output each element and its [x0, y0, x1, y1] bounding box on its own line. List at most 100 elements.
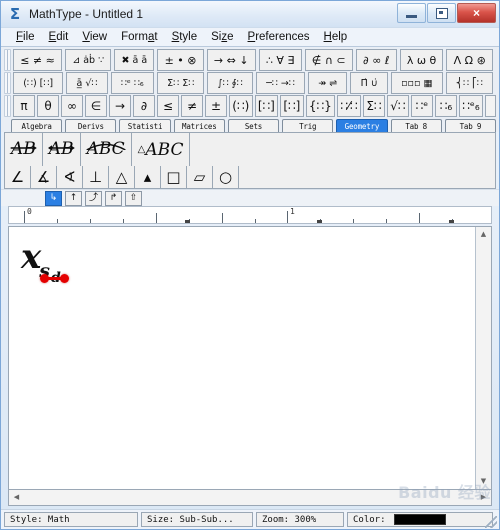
ruler[interactable]: 0 1 — [8, 206, 492, 224]
triangle-outline-icon[interactable]: △ — [109, 166, 135, 188]
tb2-summation[interactable]: Σ∷ Σ∷ — [156, 72, 205, 94]
tb1-sets[interactable]: ∉ ∩ ⊂ — [304, 49, 353, 71]
size-button-symbol[interactable]: ↱ — [105, 190, 122, 206]
menu-size[interactable]: Size — [204, 30, 240, 44]
scroll-down-icon[interactable]: ▼ — [476, 474, 491, 489]
tab-sets[interactable]: Sets — [227, 119, 280, 132]
menu-format[interactable]: Format — [114, 30, 164, 44]
tb3-arrow-right[interactable]: → — [109, 95, 131, 117]
tab-trig[interactable]: Trig — [282, 119, 334, 132]
arc-abc-button[interactable]: ABC — [80, 133, 132, 166]
menu-help[interactable]: Help — [317, 30, 355, 44]
tb2-fractions-radicals[interactable]: ā̲ √∷ — [66, 72, 108, 94]
toolbar-grip-2[interactable] — [4, 72, 11, 94]
menu-view[interactable]: View — [75, 30, 114, 44]
tab-derivs[interactable]: Derivs — [65, 119, 117, 132]
tb1-misc[interactable]: ∂ ∞ ℓ — [355, 49, 397, 71]
tb2-matrices[interactable]: ▫▫▫ ▦ — [390, 72, 443, 94]
measured-angle-icon[interactable]: ∡ — [31, 166, 57, 188]
tb1-greek-lower[interactable]: λ ω θ — [399, 49, 444, 71]
tb1-arrows[interactable]: → ⇔ ↓ — [206, 49, 256, 71]
tab-algebra[interactable]: Algebra — [11, 119, 63, 132]
status-style[interactable]: Style: Math — [4, 512, 138, 527]
menu-preferences[interactable]: Preferences — [241, 30, 317, 44]
horizontal-scroll-track[interactable] — [24, 490, 476, 505]
tab-stop-1[interactable] — [185, 220, 190, 223]
tb2-scripts[interactable]: ∷ᵉ ∷₆ — [110, 72, 154, 94]
restore-button[interactable] — [427, 3, 456, 23]
tb3-fraction-template[interactable]: ∷⁄∷ — [337, 95, 361, 117]
vertical-scroll-track[interactable] — [476, 242, 491, 474]
tab-statisti[interactable]: Statisti — [119, 119, 171, 132]
color-swatch[interactable] — [393, 514, 446, 525]
horizontal-scrollbar[interactable]: ◀ ▶ — [8, 490, 492, 506]
angle-icon[interactable]: ∠ — [5, 166, 31, 188]
tab-9[interactable]: Tab 9 — [444, 119, 496, 132]
tb1-dots[interactable]: ⊿ ȧḃ ∵ — [65, 49, 112, 71]
tb2-products-sets[interactable]: Π̇ ∪̇ — [350, 72, 388, 94]
menu-style[interactable]: Style — [165, 30, 205, 44]
square-icon[interactable]: □ — [161, 166, 187, 188]
size-button-subsymbol[interactable]: ⇧ — [125, 190, 142, 206]
spherical-angle-icon[interactable]: ∢ — [57, 166, 83, 188]
status-color[interactable]: Color: — [347, 512, 493, 527]
parallelogram-icon[interactable]: ▱ — [187, 166, 213, 188]
tab-matrices[interactable]: Matrices — [173, 119, 225, 132]
menu-file[interactable]: File — [9, 30, 42, 44]
tb1-operators[interactable]: ± • ⊗ — [157, 49, 204, 71]
status-zoom[interactable]: Zoom: 300% — [256, 512, 344, 527]
toolbar-grip[interactable] — [4, 49, 11, 71]
tb3-subsup-template[interactable]: ∷ᵉ₆ — [458, 95, 483, 117]
tb3-theta[interactable]: θ — [37, 95, 59, 117]
tb1-bars[interactable]: ✖ ā ā — [114, 49, 155, 71]
tb3-pi[interactable]: π — [13, 95, 35, 117]
tb3-plusminus[interactable]: ± — [205, 95, 227, 117]
minimize-button[interactable] — [397, 3, 426, 23]
tb3-bracket-template[interactable]: [∷] — [254, 95, 279, 117]
tb3-leq[interactable]: ≤ — [157, 95, 179, 117]
vector-ab-button[interactable]: AB — [5, 133, 43, 166]
scroll-up-icon[interactable]: ▲ — [476, 227, 491, 242]
formula-expression[interactable]: xsd — [21, 237, 62, 286]
tab-geometry[interactable]: Geometry — [336, 119, 388, 132]
circle-icon[interactable]: ○ — [213, 166, 239, 188]
tb3-brace-template[interactable]: {∷} — [305, 95, 336, 117]
vertical-scrollbar[interactable]: ▲ ▼ — [475, 227, 491, 489]
scroll-left-icon[interactable]: ◀ — [9, 490, 24, 505]
tb2-overbars[interactable]: ─∷ →∷ — [255, 72, 306, 94]
filled-triangle-icon[interactable]: ▴ — [135, 166, 161, 188]
tb2-labeled-arrows[interactable]: ↠ ⇌ — [308, 72, 348, 94]
toolbar-grip-3[interactable] — [4, 95, 11, 117]
status-size[interactable]: Size: Sub-Sub... — [141, 512, 253, 527]
menu-edit[interactable]: Edit — [42, 30, 76, 44]
empty-slot[interactable] — [40, 274, 69, 283]
size-button-full[interactable]: ↳ — [45, 190, 62, 206]
tab-stop-2[interactable] — [317, 220, 322, 223]
tb3-partial[interactable]: ∂ — [133, 95, 155, 117]
tb3-element-of[interactable]: ∈ — [85, 95, 107, 117]
triangle-abc-button[interactable]: △ ABC — [131, 133, 191, 166]
tb3-radical-template[interactable]: √∷ — [386, 95, 409, 117]
line-ab-button[interactable]: AB — [42, 133, 81, 166]
resize-grip[interactable] — [485, 516, 497, 528]
tab-stop-3[interactable] — [449, 220, 454, 223]
size-button-sub[interactable]: ↑ — [65, 190, 82, 206]
size-button-subsub[interactable]: ⤴ — [85, 190, 102, 206]
tb3-neq[interactable]: ≠ — [181, 95, 203, 117]
scroll-right-icon[interactable]: ▶ — [476, 490, 491, 505]
tb3-superscript-template[interactable]: ∷ᵉ — [410, 95, 433, 117]
tb3-subscript-template[interactable]: ∷₆ — [434, 95, 457, 117]
tb2-braces[interactable]: ⎨∷ ⎡∷ — [445, 72, 493, 94]
tb2-integrals[interactable]: ∫∷ ∮∷ — [207, 72, 253, 94]
tb1-relations[interactable]: ≤ ≠ ≈ — [13, 49, 63, 71]
tb3-infinity[interactable]: ∞ — [61, 95, 83, 117]
tb3-bracket-template-2[interactable]: [∷] — [280, 95, 304, 117]
perpendicular-icon[interactable]: ⊥ — [83, 166, 109, 188]
tb1-logic[interactable]: ∴ ∀ ∃ — [258, 49, 302, 71]
equation-editor-canvas[interactable]: xsd ▲ ▼ — [8, 226, 492, 490]
tb3-summation-template[interactable]: Σ∷ — [362, 95, 385, 117]
tb3-paren-template[interactable]: (∷) — [229, 95, 253, 117]
close-button[interactable]: × — [457, 3, 496, 23]
tb2-fences[interactable]: (∷) [∷] — [13, 72, 64, 94]
tab-8[interactable]: Tab 8 — [390, 119, 442, 132]
